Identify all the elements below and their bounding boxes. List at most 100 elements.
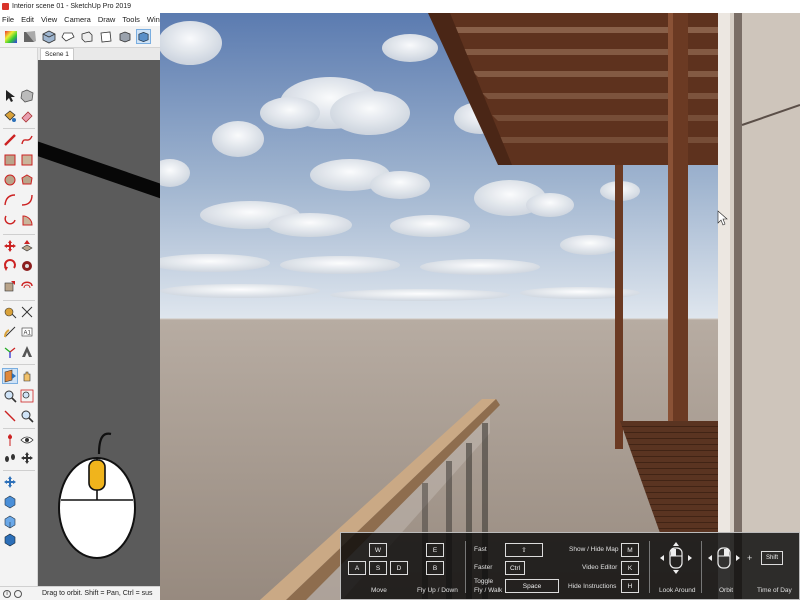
top-view-button[interactable] <box>60 29 75 44</box>
axes-icon <box>4 347 16 358</box>
zoom-window-icon <box>20 389 34 403</box>
back-view-button[interactable] <box>117 29 132 44</box>
push-pull-tool[interactable] <box>19 238 35 254</box>
back-view-icon <box>119 31 130 42</box>
key-space: Space <box>505 579 559 593</box>
key-h: H <box>621 579 639 593</box>
label-faster: Faster <box>474 564 493 571</box>
rectangle-tool[interactable] <box>2 152 18 168</box>
pie-tool[interactable] <box>19 212 35 228</box>
iso-cube-icon <box>42 30 55 43</box>
rotate-icon <box>4 259 16 271</box>
zoom-extents-tool[interactable] <box>2 408 18 424</box>
info-icon[interactable]: i <box>3 589 11 598</box>
style-button[interactable] <box>22 29 37 44</box>
menu-view[interactable]: View <box>41 15 57 24</box>
follow-me-tool[interactable] <box>19 258 35 274</box>
left-view-button[interactable] <box>136 29 151 44</box>
sandbox-tool[interactable] <box>2 494 18 510</box>
protractor-tool[interactable] <box>2 324 18 340</box>
left-view-icon <box>138 31 149 42</box>
navigation-help-panel: W A S D Move E B Fly Up / Down Fast ⇧ Fa… <box>340 532 800 600</box>
dimension-tool[interactable] <box>19 304 35 320</box>
color-wheel-button[interactable] <box>3 29 18 44</box>
circle-tool[interactable] <box>2 172 18 188</box>
menu-camera[interactable]: Camera <box>64 15 91 24</box>
tape-measure-tool[interactable] <box>2 304 18 320</box>
style-icon <box>23 30 36 42</box>
right-view-icon <box>100 31 111 42</box>
label-move: Move <box>371 587 387 594</box>
previous-view-tool[interactable] <box>19 408 35 424</box>
scene-tab[interactable]: Scene 1 <box>40 48 74 60</box>
components-tool[interactable] <box>2 514 18 530</box>
pergola-post-far <box>615 165 623 449</box>
menu-draw[interactable]: Draw <box>98 15 116 24</box>
select-tool[interactable] <box>2 88 18 104</box>
look-around-tool[interactable] <box>19 432 35 448</box>
follow-me-icon <box>22 261 32 271</box>
walk-footprints-tool[interactable] <box>2 450 18 466</box>
rotate-tool[interactable] <box>2 258 18 274</box>
freehand-tool[interactable] <box>19 132 35 148</box>
views-toolbar <box>0 26 160 48</box>
walk-tool[interactable] <box>19 368 35 384</box>
orbit-tool[interactable] <box>2 474 18 490</box>
large-tool-set: A1 <box>0 48 38 586</box>
orbit-mouse-icon <box>708 547 740 569</box>
render-window[interactable] <box>160 13 800 600</box>
two-point-arc-icon <box>21 194 33 206</box>
key-ctrl: Ctrl <box>505 561 525 575</box>
move-tool[interactable] <box>2 238 18 254</box>
key-shift: ⇧ <box>505 543 543 557</box>
hand-icon <box>23 371 31 382</box>
menu-edit[interactable]: Edit <box>21 15 34 24</box>
geolocation-icon[interactable] <box>14 589 22 598</box>
pie-icon <box>22 215 33 226</box>
eraser-tool[interactable] <box>19 108 35 124</box>
label-toggle: Toggle <box>474 578 494 585</box>
magnifier-icon <box>4 390 17 403</box>
scale-tool[interactable] <box>2 278 18 294</box>
menu-tools[interactable]: Tools <box>122 15 140 24</box>
3d-text-tool[interactable] <box>19 344 35 360</box>
mouse-icon <box>58 432 136 559</box>
pan-tool[interactable] <box>19 450 35 466</box>
menu-file[interactable]: File <box>2 15 14 24</box>
section-plane-tool[interactable] <box>2 368 18 384</box>
paint-bucket-tool[interactable] <box>2 108 18 124</box>
move-arrows-icon <box>4 240 16 252</box>
protractor-icon <box>3 326 16 338</box>
previous-view-icon <box>21 410 34 423</box>
right-view-button[interactable] <box>98 29 113 44</box>
two-point-arc-tool[interactable] <box>19 192 35 208</box>
axes-tool[interactable] <box>2 344 18 360</box>
label-show-hide-map: Show / Hide Map <box>569 546 619 553</box>
key-m: M <box>621 543 639 557</box>
offset-tool[interactable] <box>19 278 35 294</box>
iso-view-button[interactable] <box>41 29 56 44</box>
zoom-window-tool[interactable] <box>19 388 35 404</box>
model-edge <box>38 138 160 210</box>
top-view-icon <box>61 32 75 41</box>
warehouse-tool[interactable] <box>2 532 18 548</box>
push-pull-icon <box>21 240 33 252</box>
front-view-button[interactable] <box>79 29 94 44</box>
position-camera-tool[interactable] <box>2 432 18 448</box>
label-fly: Fly Up / Down <box>417 587 458 594</box>
polygon-tool[interactable] <box>19 172 35 188</box>
arc-tool[interactable] <box>2 192 18 208</box>
make-component-tool[interactable] <box>19 88 35 104</box>
zoom-extents-icon <box>4 410 16 422</box>
svg-text:A1: A1 <box>24 331 32 337</box>
rotated-rectangle-tool[interactable] <box>19 152 35 168</box>
text-tool[interactable]: A1 <box>19 324 35 340</box>
warehouse-cube-icon <box>4 533 16 547</box>
look-around-mouse-icon <box>660 542 692 574</box>
footprints-icon <box>5 454 15 462</box>
eraser-icon <box>21 111 33 123</box>
status-hint: Drag to orbit. Shift = Pan, Ctrl = sus <box>42 590 153 597</box>
three-point-arc-tool[interactable] <box>2 212 18 228</box>
line-tool[interactable] <box>2 132 18 148</box>
zoom-tool[interactable] <box>2 388 18 404</box>
